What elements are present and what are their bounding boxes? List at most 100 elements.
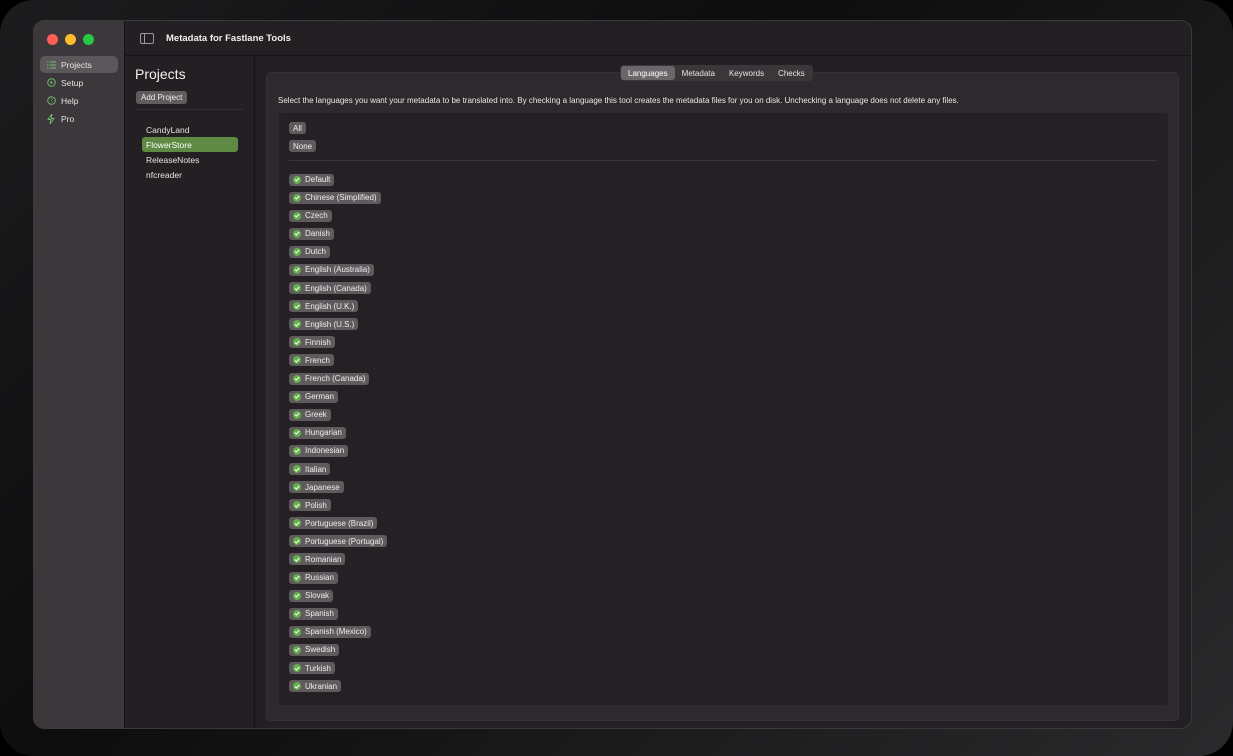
sidebar-item-label: Help bbox=[61, 95, 79, 106]
language-toggle[interactable]: Turkish bbox=[289, 662, 335, 675]
project-item-flowerstore[interactable]: FlowerStore bbox=[142, 137, 238, 152]
language-list: Default Chinese (Simplified) Czech Danish Du… bbox=[289, 169, 388, 694]
project-item-releasenotes[interactable]: ReleaseNotes bbox=[142, 152, 238, 167]
language-toggle[interactable]: Danish bbox=[289, 227, 334, 240]
language-toggle[interactable]: Indonesian bbox=[289, 444, 349, 457]
list-item: Japanese bbox=[289, 477, 387, 495]
sidebar-item-help[interactable]: ? Help bbox=[40, 92, 118, 109]
language-toggle[interactable]: Finnish bbox=[289, 336, 335, 349]
add-project-button[interactable]: Add Project bbox=[136, 91, 188, 104]
language-toggle[interactable]: Italian bbox=[289, 463, 331, 475]
select-all-button[interactable]: All bbox=[289, 122, 306, 134]
language-toggle[interactable]: Hungarian bbox=[289, 426, 346, 439]
list-item: Turkish bbox=[289, 658, 387, 676]
checkmark-circle-icon bbox=[293, 320, 301, 329]
checkmark-circle-icon bbox=[293, 175, 301, 184]
language-toggle[interactable]: Greek bbox=[289, 408, 331, 421]
tab-metadata[interactable]: Metadata bbox=[675, 66, 722, 80]
checkmark-circle-icon bbox=[293, 591, 301, 600]
select-none-button[interactable]: None bbox=[289, 140, 317, 152]
language-toggle[interactable]: Spanish bbox=[289, 607, 338, 620]
sidebar-item-pro[interactable]: Pro bbox=[40, 110, 118, 127]
language-toggle[interactable]: Ukranian bbox=[289, 680, 342, 693]
divider bbox=[289, 160, 1157, 161]
main-content: Languages Metadata Keywords Checks Selec… bbox=[255, 56, 1191, 728]
language-label: Spanish bbox=[305, 609, 334, 619]
instruction-text: Select the languages you want your metad… bbox=[278, 96, 959, 105]
list-item: Romanian bbox=[289, 549, 387, 567]
checkmark-circle-icon bbox=[293, 211, 301, 220]
language-label: Chinese (Simplified) bbox=[305, 193, 377, 203]
sidebar-item-setup[interactable]: Setup bbox=[40, 74, 118, 91]
language-toggle[interactable]: Swedish bbox=[289, 643, 340, 656]
language-toggle[interactable]: French bbox=[289, 354, 334, 367]
sidebar-item-label: Projects bbox=[61, 59, 92, 70]
language-toggle[interactable]: English (U.K.) bbox=[289, 300, 359, 313]
language-label: Czech bbox=[305, 211, 328, 221]
list-icon bbox=[46, 60, 56, 70]
language-toggle[interactable]: English (U.S.) bbox=[289, 318, 359, 331]
language-toggle[interactable]: Slovak bbox=[289, 589, 334, 602]
language-toggle[interactable]: English (Australia) bbox=[289, 263, 374, 276]
language-toggle[interactable]: Portuguese (Brazil) bbox=[289, 517, 378, 530]
language-toggle[interactable]: German bbox=[289, 390, 338, 403]
language-toggle[interactable]: Czech bbox=[289, 209, 332, 222]
checkmark-circle-icon bbox=[293, 229, 301, 238]
checkmark-circle-icon bbox=[293, 410, 301, 419]
list-item: Swedish bbox=[289, 639, 387, 657]
svg-text:?: ? bbox=[50, 99, 53, 105]
language-label: Hungarian bbox=[305, 428, 342, 438]
checkmark-circle-icon bbox=[293, 446, 301, 455]
language-label: English (U.K.) bbox=[305, 301, 355, 311]
language-toggle[interactable]: Dutch bbox=[289, 245, 330, 258]
checkmark-circle-icon bbox=[293, 664, 301, 673]
list-item: Default bbox=[289, 169, 387, 187]
language-toggle[interactable]: Romanian bbox=[289, 553, 346, 566]
list-item: German bbox=[289, 386, 387, 404]
language-label: Portuguese (Brazil) bbox=[305, 518, 374, 528]
checkmark-circle-icon bbox=[293, 428, 301, 437]
checkmark-circle-icon bbox=[293, 284, 301, 293]
list-item: Russian bbox=[289, 567, 387, 585]
checkmark-circle-icon bbox=[293, 356, 301, 365]
list-item: Slovak bbox=[289, 585, 387, 603]
tab-languages[interactable]: Languages bbox=[621, 66, 675, 80]
language-toggle[interactable]: Spanish (Mexico) bbox=[289, 625, 371, 638]
sidebar-item-projects[interactable]: Projects bbox=[40, 56, 118, 73]
checkmark-circle-icon bbox=[293, 338, 301, 347]
language-toggle[interactable]: Chinese (Simplified) bbox=[289, 191, 381, 204]
sidebar-nav: Projects Setup ? Help Pro bbox=[40, 56, 118, 128]
project-item-candyland[interactable]: CandyLand bbox=[142, 122, 238, 137]
language-toggle[interactable]: Japanese bbox=[289, 481, 344, 494]
question-circle-icon: ? bbox=[46, 96, 56, 106]
list-item: English (Australia) bbox=[289, 259, 387, 277]
sidebar-toggle-icon[interactable] bbox=[140, 32, 154, 44]
tab-checks[interactable]: Checks bbox=[771, 66, 812, 80]
language-label: English (Australia) bbox=[305, 265, 370, 275]
minimize-window-button[interactable] bbox=[65, 34, 76, 45]
language-toggle[interactable]: Russian bbox=[289, 571, 338, 584]
project-item-nfcreader[interactable]: nfcreader bbox=[142, 167, 238, 182]
language-toggle[interactable]: Polish bbox=[289, 499, 331, 512]
language-toggle[interactable]: French (Canada) bbox=[289, 372, 370, 385]
tab-bar: Languages Metadata Keywords Checks bbox=[620, 65, 813, 81]
tab-keywords[interactable]: Keywords bbox=[722, 66, 771, 80]
language-label: Portuguese (Portugal) bbox=[305, 536, 384, 546]
divider bbox=[136, 109, 243, 110]
list-item: Finnish bbox=[289, 332, 387, 350]
list-item: English (U.S.) bbox=[289, 314, 387, 332]
languages-panel: Select the languages you want your metad… bbox=[266, 72, 1179, 721]
list-item: Italian bbox=[289, 459, 387, 477]
list-item: French bbox=[289, 350, 387, 368]
language-toggle[interactable]: English (Canada) bbox=[289, 282, 371, 295]
language-toggle[interactable]: Portuguese (Portugal) bbox=[289, 535, 388, 548]
close-window-button[interactable] bbox=[47, 34, 58, 45]
language-toggle[interactable]: Default bbox=[289, 173, 335, 186]
list-item: Spanish (Mexico) bbox=[289, 621, 387, 639]
language-label: German bbox=[305, 392, 334, 402]
play-circle-icon bbox=[46, 78, 56, 88]
language-label: Danish bbox=[305, 229, 330, 239]
zoom-window-button[interactable] bbox=[83, 34, 94, 45]
checkmark-circle-icon bbox=[293, 465, 301, 473]
checkmark-circle-icon bbox=[293, 392, 301, 401]
